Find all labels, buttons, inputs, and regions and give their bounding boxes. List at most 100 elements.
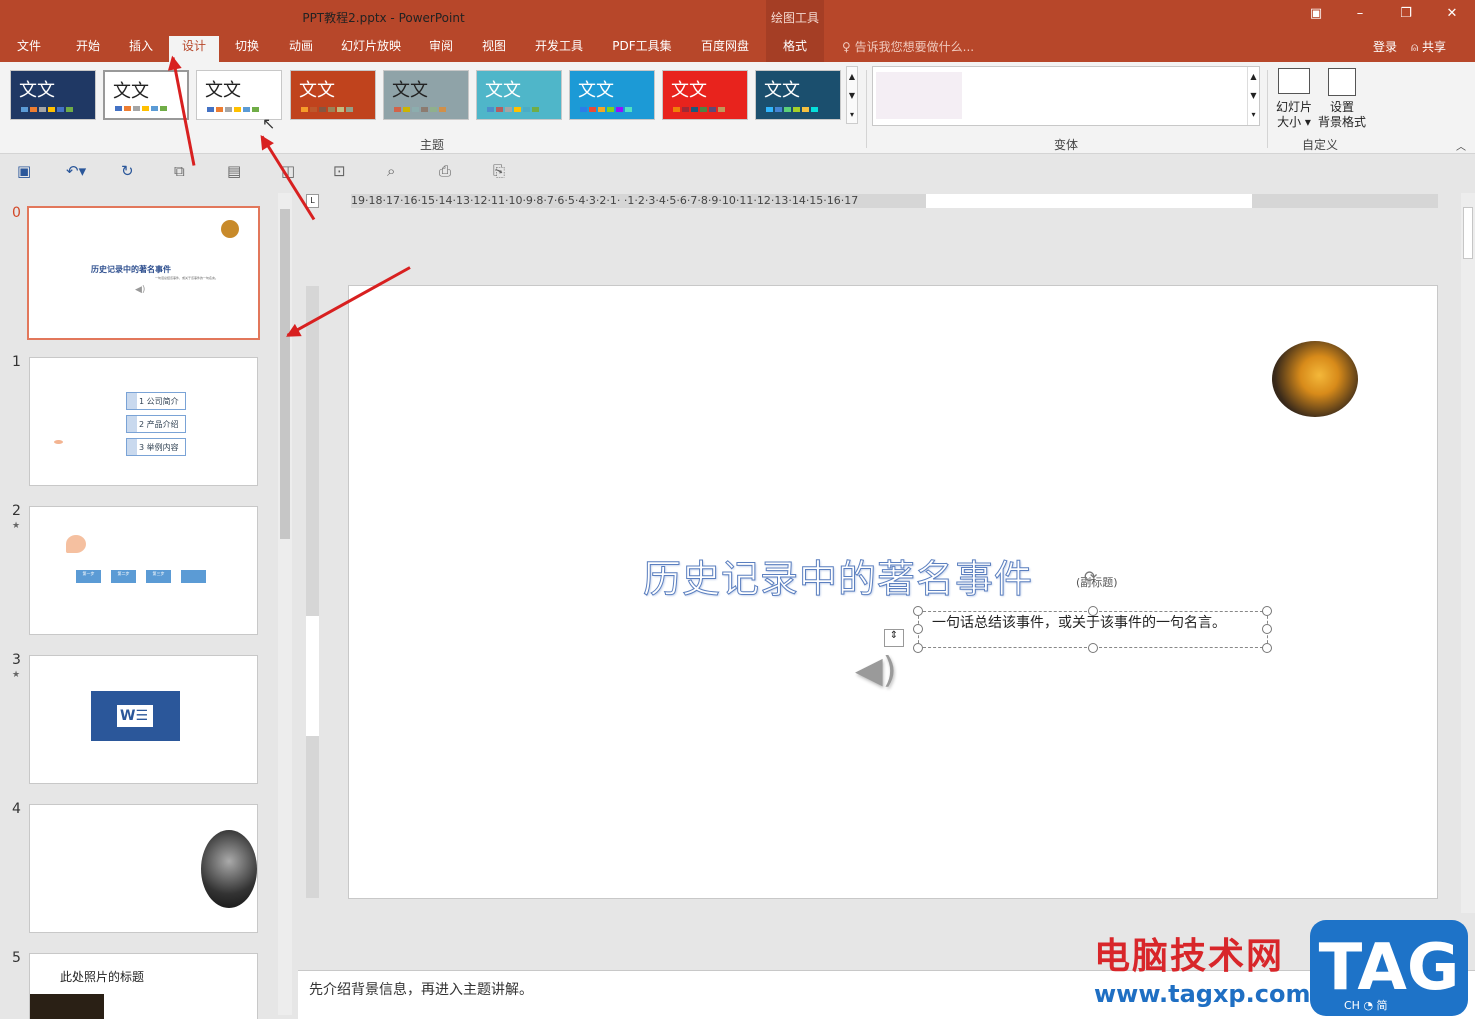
resize-handle[interactable] (913, 624, 923, 634)
ribbon-display-options-button[interactable]: ▣ (1296, 6, 1336, 26)
variants-scroll[interactable]: ▲ ▼ ▾ (1247, 67, 1259, 125)
close-button[interactable]: ✕ (1432, 6, 1472, 26)
tab-file[interactable]: 文件 (6, 36, 52, 62)
slide-thumbnail-0[interactable]: 历史记录中的著名事件 一句话总结该事件，或关于该事件的一句名言。 ◀) (27, 206, 260, 340)
rotate-handle-icon[interactable]: ⟳ (1084, 567, 1097, 586)
slide-thumbnail-2[interactable]: 第一步 第二步 第三步 (29, 506, 258, 635)
tab-slideshow[interactable]: 幻灯片放映 (332, 36, 410, 62)
redo-icon[interactable]: ↻ (121, 162, 134, 180)
swatch (811, 107, 818, 112)
tab-view[interactable]: 视图 (471, 36, 517, 62)
preview-icon[interactable]: ⌕ (387, 162, 395, 180)
theme-color-swatches (301, 107, 353, 112)
thumbnail-scrollbar[interactable] (278, 193, 292, 1015)
slide-thumbnail-4[interactable] (29, 804, 258, 933)
tab-developer[interactable]: 开发工具 (524, 36, 594, 62)
swatch (775, 107, 782, 112)
resize-handle[interactable] (913, 606, 923, 616)
swatch (709, 107, 716, 112)
portrait-image (201, 830, 257, 908)
photo-thumbnail (30, 994, 104, 1019)
notes-text[interactable]: 先介绍背景信息，再进入主题讲解。 (309, 979, 533, 999)
theme-option-3[interactable]: 文文 (290, 70, 376, 120)
tab-stop-selector[interactable]: L (306, 194, 319, 208)
swatch (234, 107, 241, 112)
new-slide-icon[interactable]: ⧉ (174, 162, 185, 180)
variants-group-label: 变体 (1054, 138, 1079, 152)
theme-option-0[interactable]: 文文 (10, 70, 96, 120)
tab-baidu-netdisk[interactable]: 百度网盘 (690, 36, 760, 62)
word-icon: W☰ (117, 705, 153, 727)
speaker-icon[interactable]: ◀) (855, 650, 897, 691)
resize-handle[interactable] (913, 643, 923, 653)
tab-review[interactable]: 审阅 (418, 36, 464, 62)
login-link[interactable]: 登录 (1373, 38, 1397, 55)
editor-scrollbar[interactable] (1461, 193, 1475, 913)
resize-handle[interactable] (1088, 606, 1098, 616)
save-icon[interactable]: ▣ (17, 162, 31, 180)
swatch (766, 107, 773, 112)
restore-button[interactable]: ❐ (1386, 6, 1426, 26)
slide-thumbnail-1[interactable]: 1 公司简介 2 产品介绍 3 举例内容 (29, 357, 258, 486)
swatch (505, 107, 512, 112)
resize-handle[interactable] (1088, 643, 1098, 653)
swatch (39, 107, 46, 112)
resize-handle[interactable] (1262, 643, 1272, 653)
tab-transitions[interactable]: 切换 (224, 36, 270, 62)
slide-size-button[interactable]: 幻灯片 大小 ▾ (1276, 100, 1312, 130)
window-title: PPT教程2.pptx - PowerPoint (302, 11, 465, 25)
collapse-ribbon-icon[interactable]: ︿ (1456, 138, 1466, 153)
theme-option-7[interactable]: 文文 (662, 70, 748, 120)
tab-format[interactable]: 格式 (766, 36, 824, 62)
slide-title[interactable]: 历史记录中的著名事件 (642, 548, 1033, 603)
swatch (328, 107, 335, 112)
slide-thumbnail-5[interactable]: 此处照片的标题 (29, 953, 258, 1019)
theme-gallery-scroll[interactable]: ▲ ▼ ▾ (846, 66, 858, 124)
word-logo-block: W☰ (91, 691, 180, 741)
swatch (115, 106, 122, 111)
scrollbar-thumb[interactable] (1463, 207, 1473, 259)
subtitle-text[interactable]: 一句话总结该事件，或关于该事件的一句名言。 (932, 612, 1226, 632)
slide-number: 0 (12, 205, 21, 221)
link-icon[interactable]: ⎘ (493, 162, 505, 180)
tell-me-search[interactable]: ♀ 告诉我您想要做什么... (842, 38, 974, 55)
theme-option-4[interactable]: 文文 (383, 70, 469, 120)
swatch (48, 107, 55, 112)
share-button[interactable]: ⍝ 共享 (1411, 38, 1446, 55)
minimize-button[interactable]: – (1340, 6, 1380, 26)
theme-sample-text: 文文 (764, 80, 800, 101)
swatch (673, 107, 680, 112)
swatch (319, 107, 326, 112)
slide-number: 1 (12, 354, 21, 370)
print-icon[interactable]: ⎙ (439, 162, 451, 180)
layout-icon[interactable]: ▤ (227, 162, 241, 180)
tab-pdf-tools[interactable]: PDF工具集 (603, 36, 681, 62)
theme-option-6[interactable]: 文文 (569, 70, 655, 120)
format-background-button[interactable]: 设置 背景格式 (1318, 100, 1366, 130)
swatch (30, 107, 37, 112)
animation-star-icon: ★ (12, 521, 21, 531)
leaf-photo[interactable] (1272, 341, 1358, 417)
variant-thumbnail[interactable] (876, 72, 962, 119)
scrollbar-thumb[interactable] (280, 209, 290, 539)
present-icon[interactable]: ⊡ (333, 162, 346, 180)
resize-handle[interactable] (1262, 606, 1272, 616)
theme-option-8[interactable]: 文文 (755, 70, 841, 120)
decoration-shape (54, 440, 63, 444)
tab-animations[interactable]: 动画 (278, 36, 324, 62)
swatch (216, 107, 223, 112)
slide-thumbnail-3[interactable]: W☰ (29, 655, 258, 784)
quick-access-toolbar (0, 155, 1475, 191)
ime-indicator: CH ◔ 简 (1344, 999, 1388, 1012)
swatch (225, 107, 232, 112)
tab-insert[interactable]: 插入 (118, 36, 164, 62)
theme-option-2[interactable]: 文文 (196, 70, 282, 120)
speaker-icon: ◀) (135, 285, 146, 295)
undo-icon[interactable]: ↶▾ (66, 162, 86, 180)
tab-home[interactable]: 开始 (64, 36, 112, 62)
theme-color-swatches (394, 107, 446, 112)
resize-handle[interactable] (1262, 624, 1272, 634)
swatch (496, 107, 503, 112)
theme-option-5[interactable]: 文文 (476, 70, 562, 120)
layout-options-icon[interactable]: ⇕ (884, 629, 904, 647)
